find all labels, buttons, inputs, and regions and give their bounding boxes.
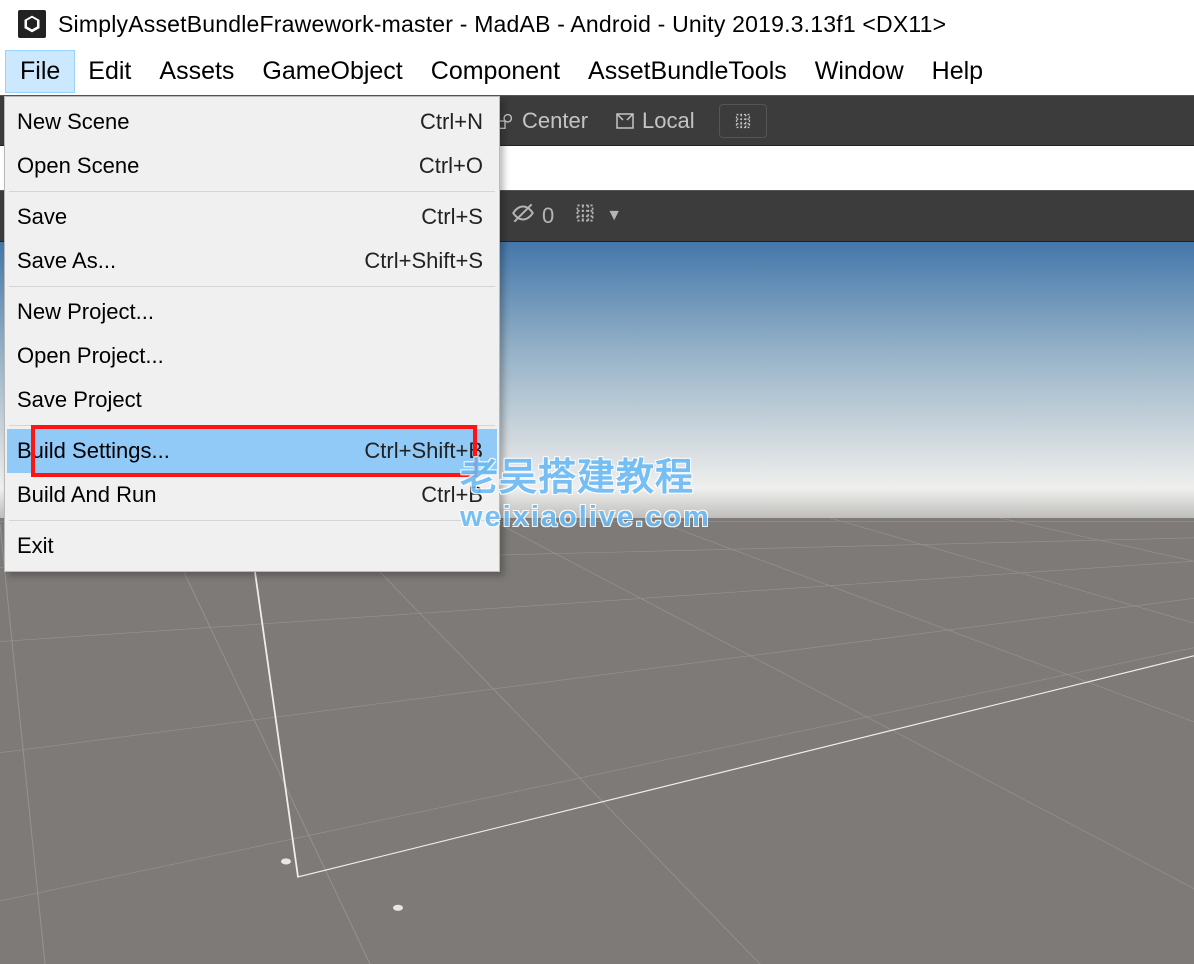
file-menu-item-save-project[interactable]: Save Project	[7, 378, 497, 422]
menu-item-shortcut: Ctrl+S	[421, 204, 483, 230]
menu-assetbundletools[interactable]: AssetBundleTools	[574, 51, 801, 92]
file-menu-dropdown: New SceneCtrl+NOpen SceneCtrl+OSaveCtrl+…	[4, 96, 500, 572]
unity-logo-icon	[18, 10, 46, 38]
menu-item-label: Exit	[17, 533, 483, 559]
menu-item-label: Open Project...	[17, 343, 483, 369]
menu-item-label: Open Scene	[17, 153, 419, 179]
menu-separator	[9, 425, 495, 426]
menu-item-shortcut: Ctrl+B	[421, 482, 483, 508]
menu-component[interactable]: Component	[417, 51, 574, 92]
menu-item-label: Save Project	[17, 387, 483, 413]
file-menu-item-save-as[interactable]: Save As...Ctrl+Shift+S	[7, 239, 497, 283]
menu-item-shortcut: Ctrl+Shift+S	[364, 248, 483, 274]
menu-item-label: New Project...	[17, 299, 483, 325]
menu-item-shortcut: Ctrl+N	[420, 109, 483, 135]
file-menu-item-open-project[interactable]: Open Project...	[7, 334, 497, 378]
file-menu-item-new-scene[interactable]: New SceneCtrl+N	[7, 100, 497, 144]
tool-handle-pivot-button[interactable]: Center	[492, 108, 588, 134]
title-bar: SimplyAssetBundleFrawework-master - MadA…	[0, 0, 1194, 48]
menu-help[interactable]: Help	[918, 51, 997, 92]
file-menu-item-build-settings[interactable]: Build Settings...Ctrl+Shift+B	[7, 429, 497, 473]
window-title: SimplyAssetBundleFrawework-master - MadA…	[58, 11, 946, 38]
menu-item-label: Build And Run	[17, 482, 421, 508]
tool-rotation-label: Local	[642, 108, 695, 134]
menu-separator	[9, 286, 495, 287]
hidden-count-label: 0	[542, 203, 554, 229]
menu-gameobject[interactable]: GameObject	[248, 51, 416, 92]
grid-dropdown-arrow-icon[interactable]: ▼	[606, 207, 622, 225]
menu-separator	[9, 520, 495, 521]
file-menu-item-open-scene[interactable]: Open SceneCtrl+O	[7, 144, 497, 188]
menu-item-label: New Scene	[17, 109, 420, 135]
file-menu-item-build-and-run[interactable]: Build And RunCtrl+B	[7, 473, 497, 517]
menu-separator	[9, 191, 495, 192]
grid-icon[interactable]	[572, 200, 598, 232]
scene-ground	[0, 518, 1194, 964]
menu-item-shortcut: Ctrl+Shift+B	[364, 438, 483, 464]
menu-item-label: Save	[17, 204, 421, 230]
visibility-off-icon[interactable]	[510, 200, 540, 232]
grid-snap-button[interactable]	[719, 104, 767, 138]
menu-file[interactable]: File	[6, 51, 74, 92]
menu-item-shortcut: Ctrl+O	[419, 153, 483, 179]
menu-edit[interactable]: Edit	[74, 51, 145, 92]
menu-item-label: Save As...	[17, 248, 364, 274]
file-menu-item-save[interactable]: SaveCtrl+S	[7, 195, 497, 239]
menu-window[interactable]: Window	[801, 51, 918, 92]
menu-bar: FileEditAssetsGameObjectComponentAssetBu…	[0, 48, 1194, 96]
menu-assets[interactable]: Assets	[145, 51, 248, 92]
file-menu-item-new-project[interactable]: New Project...	[7, 290, 497, 334]
file-menu-item-exit[interactable]: Exit	[7, 524, 497, 568]
tool-handle-rotation-button[interactable]: Local	[612, 108, 695, 134]
tool-pivot-label: Center	[522, 108, 588, 134]
local-rotation-icon	[612, 108, 638, 134]
menu-item-label: Build Settings...	[17, 438, 364, 464]
